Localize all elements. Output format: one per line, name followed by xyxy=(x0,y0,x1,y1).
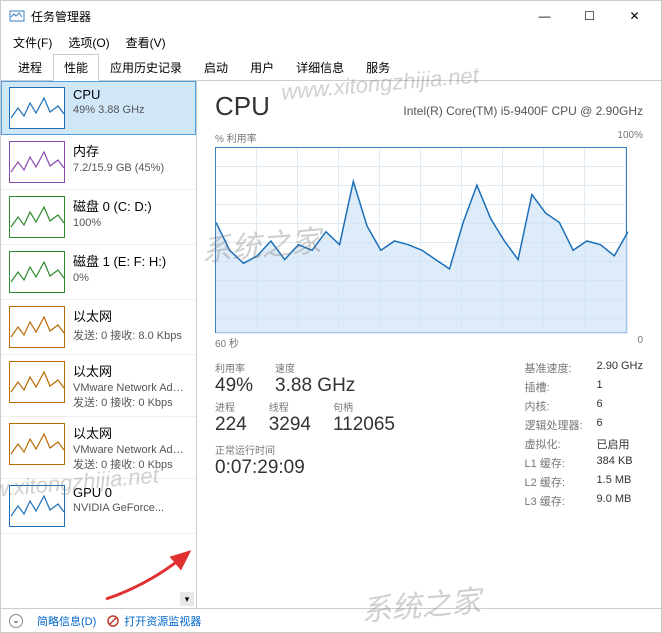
sidebar-item-cpu[interactable]: CPU 49% 3.88 GHz xyxy=(1,81,196,135)
spec-value: 已启用 xyxy=(597,436,630,452)
spec-value: 6 xyxy=(597,417,603,433)
sidebar-item-sub: NVIDIA GeForce... xyxy=(73,502,164,514)
close-button[interactable]: ✕ xyxy=(612,1,657,31)
main-panel: CPU Intel(R) Core(TM) i5-9400F CPU @ 2.9… xyxy=(197,81,661,608)
sidebar-item-sub: 0% xyxy=(73,272,166,284)
titlebar: 任务管理器 — ☐ ✕ xyxy=(1,1,661,31)
spec-label: 插槽: xyxy=(525,379,597,395)
spec-label: 基准速度: xyxy=(525,360,597,376)
sidebar-item-title: 以太网 xyxy=(73,361,188,380)
spec-value: 1.5 MB xyxy=(597,474,632,490)
tab-app-history[interactable]: 应用历史记录 xyxy=(99,54,193,81)
spec-label: L1 缓存: xyxy=(525,455,597,471)
spec-value: 9.0 MB xyxy=(597,493,632,509)
sidebar-item-eth0[interactable]: 以太网发送: 0 接收: 8.0 Kbps xyxy=(1,300,196,355)
sidebar-item-gpu0[interactable]: GPU 0 NVIDIA GeForce... xyxy=(1,479,196,534)
thumb-icon xyxy=(9,196,65,238)
stat-value: 3.88 GHz xyxy=(275,375,355,397)
sidebar-item-mem[interactable]: 内存 7.2/15.9 GB (45%) xyxy=(1,135,196,190)
sidebar-item-title: 以太网 xyxy=(73,423,188,442)
sidebar[interactable]: CPU 49% 3.88 GHz 内存 7.2/15.9 GB (45%) 磁盘 0 (… xyxy=(1,81,197,608)
footer: ⌄ 简略信息(D) 打开资源监视器 xyxy=(1,608,661,632)
spec-value: 2.90 GHz xyxy=(597,360,643,376)
spec-label: L2 缓存: xyxy=(525,474,597,490)
thumb-icon xyxy=(9,306,65,348)
sidebar-item-sub: VMware Network Adapter xyxy=(73,382,188,394)
uptime-value: 0:07:29:09 xyxy=(215,457,497,479)
chart-xstart: 60 秒 xyxy=(215,335,239,350)
tab-details[interactable]: 详细信息 xyxy=(285,54,355,81)
app-icon xyxy=(9,8,25,24)
menu-options[interactable]: 选项(O) xyxy=(60,32,117,53)
tab-processes[interactable]: 进程 xyxy=(7,54,53,81)
sidebar-item-sub: VMware Network Adapter xyxy=(73,444,188,456)
brief-info-link[interactable]: 简略信息(D) xyxy=(37,613,96,629)
spec-label: 虚拟化: xyxy=(525,436,597,452)
thumb-icon xyxy=(9,423,65,465)
spec-label: 逻辑处理器: xyxy=(525,417,597,433)
tab-services[interactable]: 服务 xyxy=(355,54,401,81)
thumb-icon xyxy=(9,485,65,527)
sidebar-item-title: 磁盘 0 (C: D:) xyxy=(73,196,152,215)
stat-label: 利用率 xyxy=(215,360,253,375)
cpu-chart xyxy=(215,147,627,333)
stat-label: 进程 xyxy=(215,399,247,414)
sidebar-item-sub: 7.2/15.9 GB (45%) xyxy=(73,162,164,174)
window-title: 任务管理器 xyxy=(31,8,522,25)
tab-startup[interactable]: 启动 xyxy=(193,54,239,81)
menu-view[interactable]: 查看(V) xyxy=(118,32,174,53)
stat-label: 速度 xyxy=(275,360,355,375)
sidebar-item-title: 磁盘 1 (E: F: H:) xyxy=(73,251,166,270)
sidebar-item-sub: 100% xyxy=(73,217,152,229)
spec-value: 384 KB xyxy=(597,455,633,471)
chevron-down-icon[interactable]: ⌄ xyxy=(9,614,23,628)
sidebar-item-disk0[interactable]: 磁盘 0 (C: D:) 100% xyxy=(1,190,196,245)
spec-value: 1 xyxy=(597,379,603,395)
menubar: 文件(F) 选项(O) 查看(V) xyxy=(1,31,661,53)
stat-label: 线程 xyxy=(269,399,311,414)
chart-xend: 0 xyxy=(637,335,643,350)
thumb-icon xyxy=(9,251,65,293)
sidebar-item-eth2[interactable]: 以太网VMware Network Adapter发送: 0 接收: 0 Kbp… xyxy=(1,417,196,479)
spec-label: L3 缓存: xyxy=(525,493,597,509)
uptime-label: 正常运行时间 xyxy=(215,442,497,457)
thumb-icon xyxy=(9,361,65,403)
scroll-down-icon[interactable]: ▾ xyxy=(180,592,194,606)
chart-ylabel: % 利用率 xyxy=(215,130,257,145)
sidebar-item-disk1[interactable]: 磁盘 1 (E: F: H:) 0% xyxy=(1,245,196,300)
panel-title: CPU xyxy=(215,91,270,122)
monitor-icon xyxy=(106,614,120,628)
stat-value: 3294 xyxy=(269,414,311,436)
sidebar-item-title: GPU 0 xyxy=(73,485,164,500)
sidebar-item-sub: 发送: 0 接收: 8.0 Kbps xyxy=(73,327,182,343)
spec-value: 6 xyxy=(597,398,603,414)
menu-file[interactable]: 文件(F) xyxy=(5,32,60,53)
stat-value: 49% xyxy=(215,375,253,397)
sidebar-item-title: CPU xyxy=(73,87,145,102)
sidebar-item-sub: 49% 3.88 GHz xyxy=(73,104,145,116)
tabs: 进程 性能 应用历史记录 启动 用户 详细信息 服务 xyxy=(1,53,661,81)
tab-users[interactable]: 用户 xyxy=(239,54,285,81)
stat-label: 句柄 xyxy=(333,399,395,414)
thumb-icon xyxy=(9,141,65,183)
tab-performance[interactable]: 性能 xyxy=(53,54,99,81)
resource-monitor-link[interactable]: 打开资源监视器 xyxy=(106,613,201,629)
sidebar-item-eth1[interactable]: 以太网VMware Network Adapter发送: 0 接收: 0 Kbp… xyxy=(1,355,196,417)
minimize-button[interactable]: — xyxy=(522,1,567,31)
spec-label: 内核: xyxy=(525,398,597,414)
thumb-icon xyxy=(9,87,65,129)
sidebar-item-title: 以太网 xyxy=(73,306,182,325)
stat-value: 224 xyxy=(215,414,247,436)
sidebar-item-title: 内存 xyxy=(73,141,164,160)
stat-value: 112065 xyxy=(333,414,395,436)
maximize-button[interactable]: ☐ xyxy=(567,1,612,31)
cpu-model: Intel(R) Core(TM) i5-9400F CPU @ 2.90GHz xyxy=(403,104,643,118)
chart-ymax: 100% xyxy=(617,130,643,145)
